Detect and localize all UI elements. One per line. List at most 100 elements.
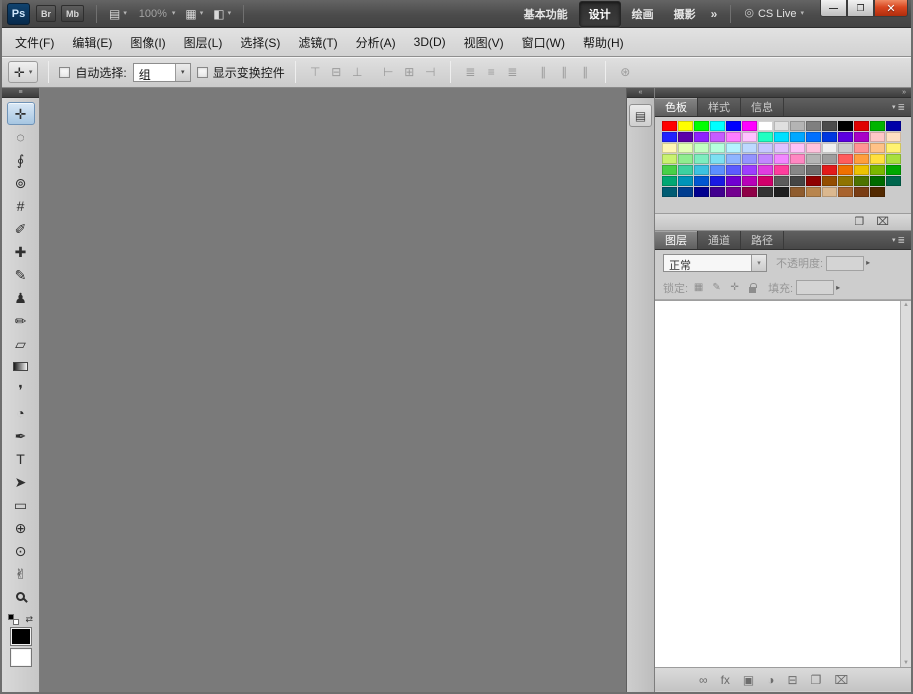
crop-tool[interactable]: #: [7, 194, 35, 217]
link-layers-button[interactable]: ∞: [699, 674, 708, 686]
scroll-up-icon[interactable]: ▲: [903, 302, 909, 308]
color-swatch[interactable]: [694, 165, 709, 175]
lock-transparency-icon[interactable]: ▦: [692, 281, 705, 295]
color-swatch[interactable]: [726, 165, 741, 175]
background-color-swatch[interactable]: [11, 649, 31, 666]
color-swatch[interactable]: [838, 165, 853, 175]
menu-item[interactable]: 分析(A): [347, 29, 405, 56]
adjustment-layer-button[interactable]: ◑: [767, 674, 774, 686]
color-swatch[interactable]: [662, 176, 677, 186]
opacity-slider-arrow[interactable]: ▸: [866, 259, 870, 267]
color-swatch[interactable]: [854, 187, 869, 197]
color-swatch[interactable]: [806, 176, 821, 186]
align-bottom-edges-icon[interactable]: ⊥: [348, 62, 367, 82]
layer-style-button[interactable]: fx: [721, 674, 730, 686]
align-right-edges-icon[interactable]: ⊣: [421, 62, 440, 82]
blend-mode-dropdown[interactable]: 正常 ▾: [663, 254, 767, 272]
rectangle-tool[interactable]: ▭: [7, 493, 35, 516]
color-swatch[interactable]: [662, 121, 677, 131]
menu-item[interactable]: 编辑(E): [63, 29, 121, 56]
workspace-overflow-button[interactable]: »: [705, 5, 724, 23]
color-swatch[interactable]: [758, 165, 773, 175]
lock-pixels-icon[interactable]: ✎: [710, 281, 723, 295]
color-swatch[interactable]: [726, 132, 741, 142]
toolbar-header[interactable]: ≡: [2, 88, 39, 98]
color-swatch[interactable]: [838, 132, 853, 142]
color-swatch[interactable]: [694, 121, 709, 131]
color-swatch[interactable]: [790, 154, 805, 164]
panel-tab[interactable]: 通道: [698, 231, 741, 249]
color-swatch[interactable]: [662, 132, 677, 142]
align-top-edges-icon[interactable]: ⊤: [306, 62, 325, 82]
color-swatch[interactable]: [838, 187, 853, 197]
color-swatch[interactable]: [854, 132, 869, 142]
menu-item[interactable]: 图像(I): [121, 29, 174, 56]
marquee-tool[interactable]: ◌: [7, 125, 35, 148]
color-swatch[interactable]: [774, 187, 789, 197]
zoom-level-dropdown[interactable]: 100% ▾: [132, 6, 181, 22]
cs-live-button[interactable]: ◎ CS Live ▾: [738, 6, 810, 22]
color-swatch[interactable]: [854, 165, 869, 175]
color-swatch[interactable]: [774, 154, 789, 164]
color-swatch[interactable]: [678, 176, 693, 186]
close-button[interactable]: ✕: [874, 0, 908, 17]
color-swatch[interactable]: [886, 132, 901, 142]
menu-item[interactable]: 帮助(H): [574, 29, 633, 56]
color-swatch[interactable]: [694, 143, 709, 153]
color-swatch[interactable]: [854, 154, 869, 164]
lasso-tool[interactable]: ∮: [7, 148, 35, 171]
color-swatch[interactable]: [758, 143, 773, 153]
distribute-bottom-edges-icon[interactable]: ≣: [503, 62, 522, 82]
color-swatch[interactable]: [710, 154, 725, 164]
color-swatch[interactable]: [806, 187, 821, 197]
color-swatch[interactable]: [710, 176, 725, 186]
color-swatch[interactable]: [854, 121, 869, 131]
color-swatch[interactable]: [790, 187, 805, 197]
delete-swatch-button[interactable]: ⌧: [876, 217, 889, 228]
color-swatch[interactable]: [726, 121, 741, 131]
color-swatch[interactable]: [758, 121, 773, 131]
color-swatch[interactable]: [726, 187, 741, 197]
screen-mode-button[interactable]: ◧ ▾: [208, 6, 236, 22]
color-swatch[interactable]: [838, 154, 853, 164]
color-swatch[interactable]: [742, 121, 757, 131]
color-swatch[interactable]: [758, 154, 773, 164]
view-extras-button[interactable]: ▤ ▾: [104, 6, 132, 22]
color-swatch[interactable]: [790, 121, 805, 131]
color-swatch[interactable]: [662, 187, 677, 197]
show-transform-controls-checkbox[interactable]: 显示变换控件: [197, 64, 285, 81]
color-swatch[interactable]: [838, 176, 853, 186]
color-swatch[interactable]: [742, 165, 757, 175]
align-horizontal-centers-icon[interactable]: ⊞: [400, 62, 419, 82]
default-colors-icon[interactable]: [8, 614, 19, 625]
delete-layer-button[interactable]: ⌧: [834, 674, 848, 686]
panel-tab[interactable]: 色板: [655, 98, 698, 116]
blur-tool[interactable]: ❜: [7, 378, 35, 401]
color-swatch[interactable]: [870, 143, 885, 153]
pen-tool[interactable]: ✒: [7, 424, 35, 447]
align-vertical-centers-icon[interactable]: ⊟: [327, 62, 346, 82]
color-swatch[interactable]: [854, 176, 869, 186]
tool-preset-picker[interactable]: ✛ ▾: [8, 61, 38, 83]
color-swatch[interactable]: [710, 165, 725, 175]
color-swatch[interactable]: [662, 154, 677, 164]
color-swatch[interactable]: [678, 143, 693, 153]
distribute-horizontal-centers-icon[interactable]: ∥: [555, 62, 574, 82]
auto-select-checkbox[interactable]: 自动选择:: [59, 64, 126, 81]
3d-camera-rotate-tool[interactable]: ⊙: [7, 539, 35, 562]
swap-colors-icon[interactable]: ⇄: [25, 615, 33, 624]
color-swatch[interactable]: [774, 176, 789, 186]
quick-selection-tool[interactable]: ⊚: [7, 171, 35, 194]
color-swatch[interactable]: [822, 187, 837, 197]
color-swatch[interactable]: [726, 143, 741, 153]
color-swatch[interactable]: [742, 154, 757, 164]
3d-object-rotate-tool[interactable]: ⊕: [7, 516, 35, 539]
color-swatch[interactable]: [822, 121, 837, 131]
path-selection-tool[interactable]: ➤: [7, 470, 35, 493]
new-group-button[interactable]: ⊟: [788, 674, 798, 686]
clone-stamp-tool[interactable]: ♟: [7, 286, 35, 309]
dodge-tool[interactable]: ◔: [7, 401, 35, 424]
color-swatch[interactable]: [870, 132, 885, 142]
menu-item[interactable]: 3D(D): [405, 30, 455, 54]
color-swatch[interactable]: [870, 165, 885, 175]
